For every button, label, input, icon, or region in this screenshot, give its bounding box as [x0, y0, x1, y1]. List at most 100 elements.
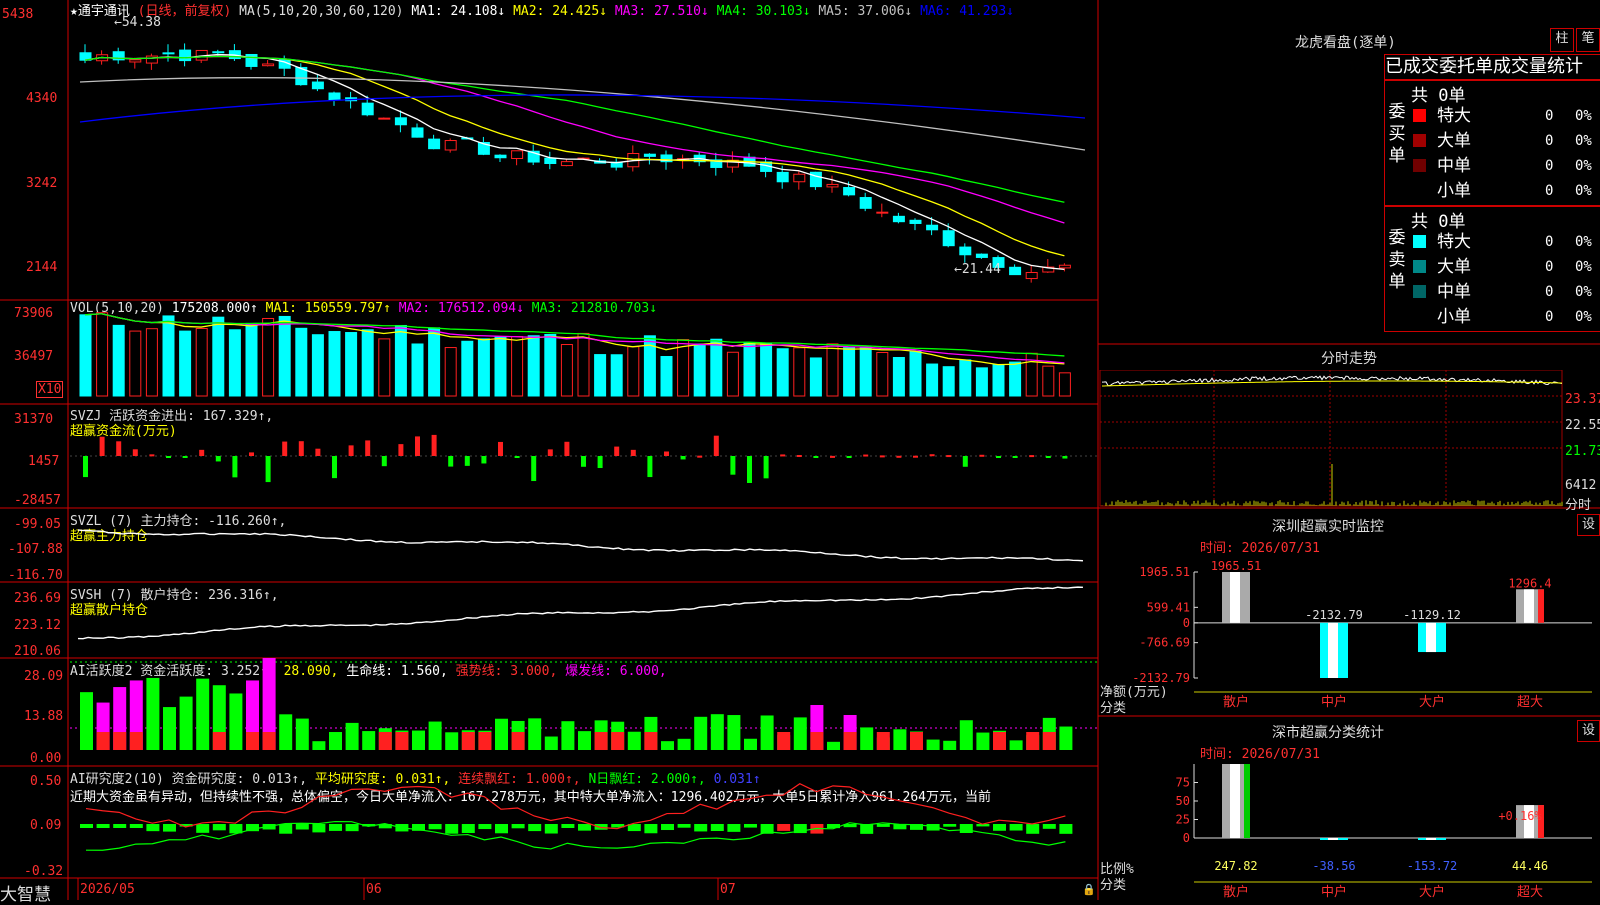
volume-bar [610, 354, 623, 397]
buy-row-pct: 0% [1575, 183, 1592, 199]
ai2-tick-3: -0.32 [24, 864, 64, 879]
volume-bar [361, 329, 374, 397]
candle [179, 49, 192, 62]
ai2-bar [694, 824, 708, 832]
volume-bar [1042, 365, 1055, 397]
ai2-bar [329, 824, 342, 831]
bar-chart-tick-label: 25 [1176, 813, 1190, 827]
ai1-tick-3: 0.00 [30, 751, 62, 766]
bar-mode-button[interactable]: 柱 [1550, 28, 1574, 52]
price-chart[interactable] [0, 0, 1098, 300]
ai1-red-bar [1026, 732, 1040, 750]
ai1-bar [412, 730, 425, 750]
buy-vertical-char: 单 [1388, 146, 1406, 166]
volume-bar [262, 317, 275, 397]
axis-ticks [77, 878, 719, 900]
bar-highlight [1524, 589, 1534, 623]
volume-bar [179, 330, 192, 397]
buy-row-pct: 0% [1575, 133, 1592, 149]
monitor-xlabel: 分类 [1100, 701, 1127, 716]
ai1-bar [196, 678, 210, 750]
volume-bar [859, 346, 872, 397]
volume-bar [145, 328, 158, 397]
volume-bar [511, 335, 524, 397]
sell-vertical-label: 委卖单 [1385, 227, 1409, 293]
volume-bar [660, 356, 673, 397]
buy-row-count: 0 [1545, 133, 1554, 149]
classify-settings-button[interactable]: 设 [1577, 720, 1600, 742]
buy-swatch [1413, 134, 1426, 147]
bar-chart-tick-label: 0 [1183, 831, 1190, 845]
ma2-line [84, 55, 1065, 257]
ai1-bar [926, 739, 940, 750]
bar-category-label: 中户 [1321, 884, 1347, 900]
ai1-bar [163, 707, 176, 750]
bar-chart-tick-label: 1965.51 [1139, 565, 1190, 579]
svsh-tick-1: 236.69 [14, 591, 61, 606]
volume-bar [942, 366, 955, 397]
ai1-bar [793, 717, 807, 750]
svzj-chart[interactable] [0, 404, 1098, 508]
ai1-bar [694, 716, 708, 750]
ma6-line [79, 94, 1086, 123]
svzj-bar [946, 455, 952, 458]
tick-mode-button[interactable]: 笔 [1576, 28, 1600, 52]
lock-icon[interactable]: 🔒 [1082, 883, 1096, 896]
candle [909, 219, 922, 224]
monitor-title: 深圳超赢实时监控 [1272, 519, 1384, 535]
ai1-bar [760, 715, 774, 750]
monitor-settings-button[interactable]: 设 [1577, 514, 1600, 536]
candle [212, 51, 225, 54]
candle [361, 102, 374, 116]
sell-row-name: 小单 [1437, 307, 1471, 327]
svzj-bar [282, 441, 288, 456]
price-tick-4: 2144 [26, 260, 58, 275]
svzj-bar [83, 456, 88, 478]
svzj-bar [647, 456, 653, 478]
volume-bar [394, 324, 407, 397]
svzj-bar [863, 454, 869, 457]
candle [876, 211, 889, 214]
svzj-bar [464, 456, 470, 466]
svzj-bar [265, 456, 271, 483]
candle [544, 157, 557, 165]
volume-bar [278, 315, 291, 397]
bar-chart-tick-label: 0 [1183, 616, 1190, 630]
ai1-chart[interactable] [0, 658, 1098, 766]
ai2-bar [644, 824, 658, 834]
intraday-title: 分时走势 [1321, 351, 1377, 367]
sell-row-pct: 0% [1575, 234, 1592, 250]
volume-bar [129, 330, 142, 397]
bar-category-label: 大户 [1419, 884, 1445, 900]
ai2-bar [561, 824, 575, 829]
sell-row-count: 0 [1545, 284, 1554, 300]
svzj-bar [398, 444, 404, 456]
monitor-bar-chart[interactable]: 1965.51599.410-766.69-2132.791965.51散户-2… [1098, 548, 1600, 716]
ai1-red-bar [993, 732, 1006, 750]
intraday-chart[interactable] [1098, 370, 1600, 508]
candle [129, 59, 142, 63]
ai1-bar [827, 741, 840, 750]
volume-bar [345, 332, 358, 397]
volume-chart[interactable] [0, 300, 1098, 404]
classify-bar-chart[interactable]: 75 50 25 0 247.82 散户 -38.56 中户 -153.72 大户 44.46 超大 +… [1098, 756, 1600, 900]
svzj-bar [680, 456, 686, 460]
sell-row-count: 0 [1545, 234, 1554, 250]
ai1-red-bar [511, 732, 525, 750]
candle [942, 230, 955, 247]
svzj-bar [830, 455, 835, 458]
svsh-line [77, 586, 1083, 640]
svsh-chart[interactable] [0, 582, 1098, 658]
buy-swatch [1413, 159, 1426, 172]
svzj-bar [664, 451, 669, 456]
ai1-bar [860, 727, 874, 750]
svzj-bar [381, 456, 387, 467]
candle [643, 153, 656, 157]
svzl-chart[interactable] [0, 508, 1098, 582]
volume-bar [594, 354, 607, 397]
bar-value-label: -1129.12 [1403, 608, 1461, 622]
intraday-tick-3: 21.73 [1565, 444, 1600, 459]
candle [145, 55, 158, 64]
svzj-bar [913, 455, 918, 458]
ai2-chart[interactable] [0, 766, 1098, 878]
